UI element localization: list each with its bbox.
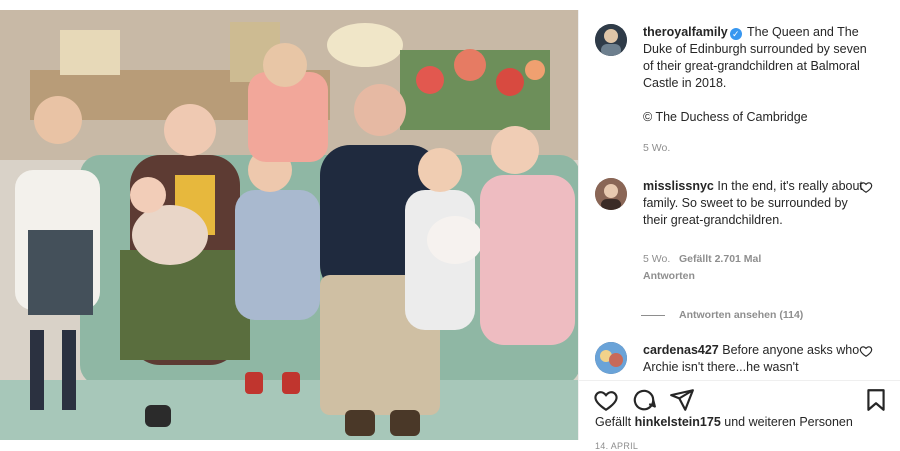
comment-text-block: cardenas427 Before anyone asks who Archi… bbox=[643, 342, 869, 375]
caption-text-block: theroyalfamily ✓ The Queen and The Duke o… bbox=[643, 24, 869, 157]
share-icon[interactable] bbox=[669, 387, 695, 413]
action-bar bbox=[579, 380, 900, 441]
avatar[interactable] bbox=[595, 24, 627, 56]
family-photo-illustration bbox=[0, 10, 578, 440]
avatar-image bbox=[595, 342, 627, 374]
caption-username[interactable]: theroyalfamily bbox=[643, 25, 728, 39]
comment-age[interactable]: 5 Wo. bbox=[643, 253, 670, 265]
avatar[interactable] bbox=[595, 342, 627, 374]
likes-prefix: Gefällt bbox=[595, 415, 632, 429]
replies-divider bbox=[641, 314, 665, 316]
comment-username[interactable]: misslissnyc bbox=[643, 179, 714, 193]
comment-username[interactable]: cardenas427 bbox=[643, 343, 719, 357]
comment-likes[interactable]: Gefällt 2.701 Mal bbox=[679, 253, 761, 265]
reply-button[interactable]: Antworten bbox=[643, 270, 695, 282]
verified-icon: ✓ bbox=[729, 28, 742, 40]
view-replies-label: Antworten ansehen (114) bbox=[679, 309, 804, 321]
caption-age[interactable]: 5 Wo. bbox=[643, 140, 869, 157]
post-image[interactable] bbox=[0, 10, 578, 440]
caption-credit: © The Duchess of Cambridge bbox=[643, 110, 808, 124]
comment-text-block: misslissnyc In the end, it's really abou… bbox=[643, 178, 869, 285]
bookmark-icon[interactable] bbox=[863, 387, 889, 413]
likes-suffix: und weiteren Personen bbox=[724, 415, 853, 429]
comments-scroll-area[interactable]: theroyalfamily ✓ The Queen and The Duke o… bbox=[579, 10, 900, 375]
view-replies[interactable]: Antworten ansehen (114) bbox=[641, 309, 803, 321]
comment-icon[interactable] bbox=[631, 387, 657, 413]
likes-summary[interactable]: Gefällt hinkelstein175 und weiteren Pers… bbox=[595, 415, 853, 429]
comment-meta: 5 Wo. Gefällt 2.701 Mal Antworten bbox=[643, 251, 869, 285]
post-side-panel: theroyalfamily ✓ The Queen and The Duke o… bbox=[578, 10, 900, 451]
heart-icon[interactable] bbox=[859, 344, 873, 358]
likes-user[interactable]: hinkelstein175 bbox=[635, 415, 721, 429]
heart-icon[interactable] bbox=[859, 180, 873, 194]
heart-icon[interactable] bbox=[593, 387, 619, 413]
avatar-image bbox=[595, 24, 627, 56]
avatar-image bbox=[595, 178, 627, 210]
avatar[interactable] bbox=[595, 178, 627, 210]
